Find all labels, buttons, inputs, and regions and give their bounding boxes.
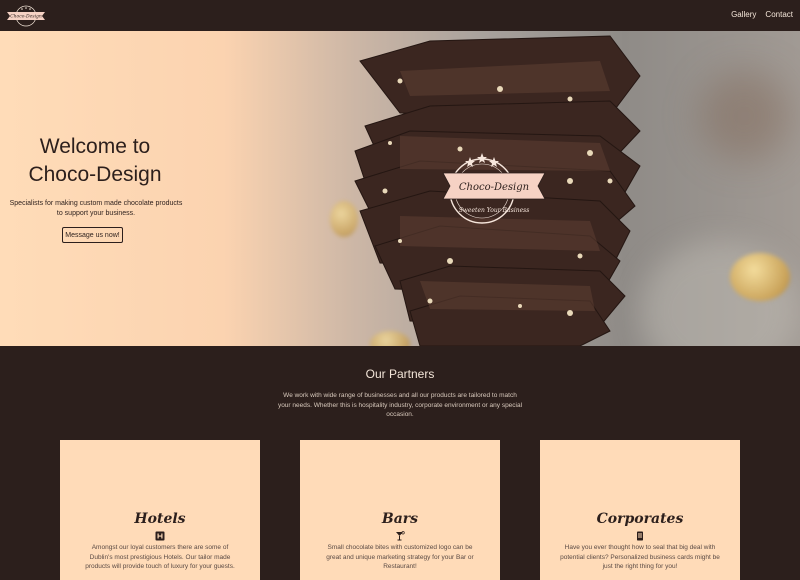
- partners-description: We work with wide range of businesses an…: [277, 392, 523, 418]
- hazelnut-image: [730, 253, 790, 301]
- hero-title-line2: Choco-Design: [28, 163, 162, 186]
- briefcase-icon: [637, 531, 643, 541]
- navbar: Choco-Design Gallery Contact: [0, 0, 800, 31]
- logo[interactable]: Choco-Design: [5, 4, 47, 28]
- card-title: Corporates: [596, 511, 684, 527]
- chocolate-stack-image: Choco-Design Sweeten Your Business: [354, 35, 641, 346]
- logo-text: Choco-Design: [10, 14, 42, 20]
- partners-title: Our Partners: [365, 367, 435, 381]
- card-text: Small chocolate bites with customized lo…: [326, 544, 474, 570]
- hotel-icon: [155, 531, 165, 541]
- cocktail-icon: [396, 531, 405, 541]
- card-title: Hotels: [134, 511, 186, 527]
- hero-banner: Choco-Design Sweeten Your Business Welco…: [0, 31, 800, 346]
- partner-card-corporates: Corporates Have you ever thought how to …: [540, 440, 740, 580]
- message-us-button[interactable]: Message us now!: [62, 227, 123, 243]
- badge-title: Choco-Design: [459, 182, 529, 193]
- hero-subtitle: Specialists for making custom made choco…: [9, 200, 183, 217]
- badge-tagline: Sweeten Your Business: [459, 207, 530, 214]
- nav-links: Gallery Contact: [731, 10, 793, 19]
- hero-title: Welcome to Choco-Design: [0, 133, 190, 189]
- card-text: Have you ever thought how to seal that b…: [560, 544, 720, 570]
- nav-link-gallery[interactable]: Gallery: [731, 10, 756, 19]
- background-blur: [700, 71, 790, 161]
- hero-title-line1: Welcome to: [39, 135, 151, 158]
- nav-link-contact[interactable]: Contact: [765, 10, 793, 19]
- partner-card-hotels: Hotels Amongst our loyal customers there…: [60, 440, 260, 580]
- card-title: Bars: [381, 511, 419, 527]
- partner-card-bars: Bars Small chocolate bites with customiz…: [300, 440, 500, 580]
- card-text: Amongst our loyal customers there are so…: [85, 544, 235, 570]
- partners-section: Our Partners We work with wide range of …: [0, 346, 800, 580]
